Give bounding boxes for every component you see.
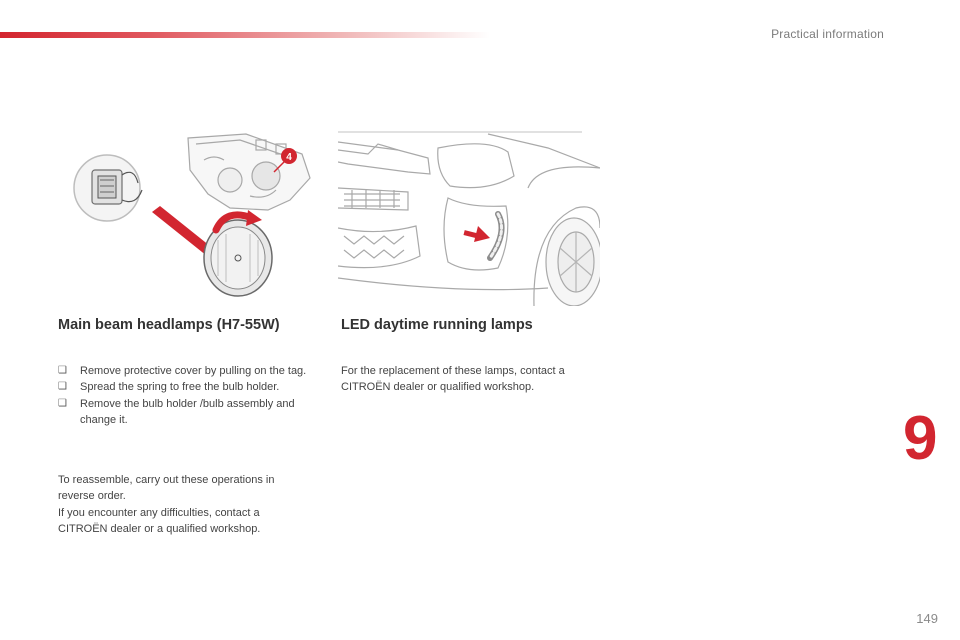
led-strip [487, 211, 505, 261]
chapter-number: 9 [903, 404, 938, 473]
list-item: ❑ Spread the spring to free the bulb hold… [58, 379, 308, 395]
car-line-art [338, 131, 600, 306]
section-title: Practical information [771, 27, 884, 41]
check-box-icon: ❑ [58, 365, 67, 376]
reassemble-text: To reassemble, carry out these operation… [58, 474, 275, 503]
headlamp-housing [187, 133, 311, 211]
headlamp-bulb-illustration: 4 [73, 133, 311, 297]
led-pointer-arrow [463, 226, 490, 242]
main-beam-heading: Main beam headlamps (H7-55W) [58, 317, 280, 333]
list-item: ❑ Remove the bulb holder /bulb assembly a… [58, 397, 295, 426]
difficulties-text: If you encounter any difficulties, conta… [58, 507, 261, 536]
led-replacement-text: For the replacement of these lamps, cont… [341, 365, 565, 394]
list-item: ❑ Remove protective cover by pulling on t… [58, 363, 308, 379]
main-beam-steps: ❑ Remove protective cover by pulling on t… [58, 363, 308, 428]
car-front-led-illustration [338, 131, 600, 306]
bulb-holder-inset [73, 154, 143, 222]
check-box-icon: ❑ [58, 381, 67, 393]
callout-number: 4 [286, 152, 292, 163]
decorative-header-bar [0, 32, 490, 38]
page-number: 149 [916, 611, 938, 626]
check-box-icon: ❑ [58, 397, 67, 409]
led-heading: LED daytime running lamps [341, 317, 533, 333]
